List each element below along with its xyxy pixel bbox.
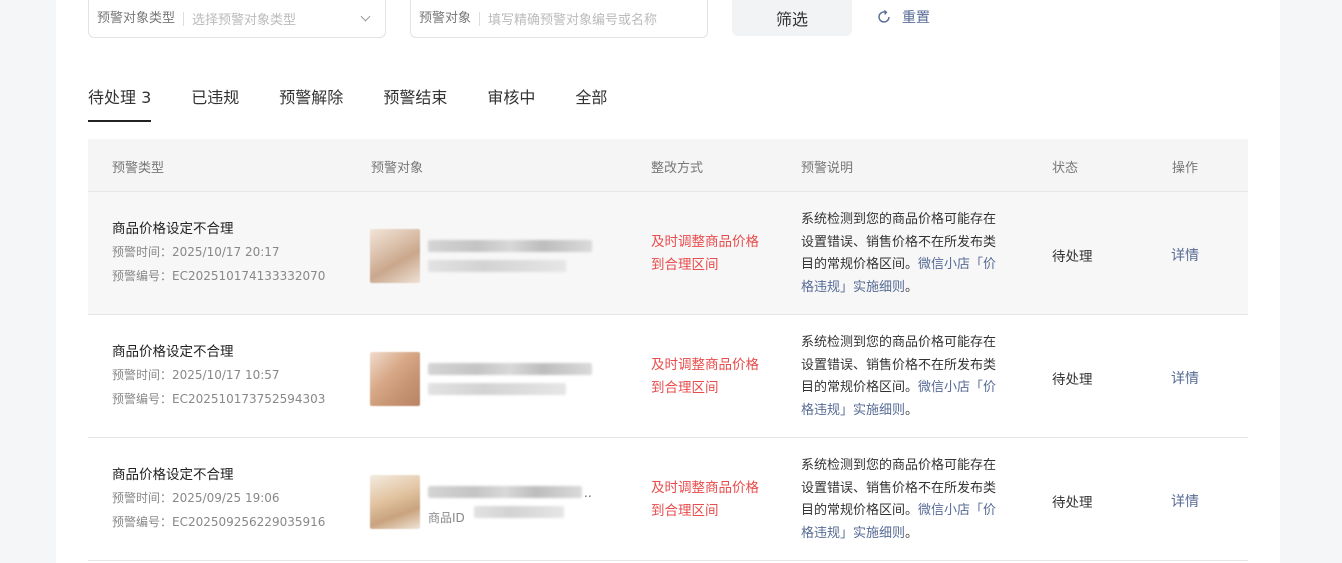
col-warning-type: 预警类型 bbox=[112, 161, 165, 176]
product-name-redacted bbox=[428, 486, 582, 498]
warning-type: 商品价格设定不合理 bbox=[112, 467, 234, 483]
reset-button[interactable]: 重置 bbox=[876, 6, 930, 28]
filter-button[interactable]: 筛选 bbox=[732, 0, 852, 36]
tab-pending[interactable]: 待处理 3 bbox=[88, 84, 152, 122]
details-link[interactable]: 详情 bbox=[1171, 491, 1199, 511]
warning-description: 系统检测到您的商品价格可能存在设置错误、销售价格不在所发布类目的常规价格区间。微… bbox=[801, 455, 1001, 545]
warning-type-label: 预警对象类型 bbox=[89, 11, 185, 26]
description-end: 。 bbox=[905, 525, 919, 541]
table-row: 商品价格设定不合理 预警时间：2025/10/17 10:57 预警编号：EC2… bbox=[88, 315, 1248, 438]
product-name-redacted bbox=[428, 240, 592, 252]
warning-object-placeholder: 填写精确预警对象编号或名称 bbox=[488, 13, 658, 28]
name-ellipsis: .. bbox=[584, 486, 592, 500]
warning-type: 商品价格设定不合理 bbox=[112, 221, 234, 237]
col-action: 操作 bbox=[1172, 161, 1199, 176]
warning-object-input[interactable]: 预警对象 填写精确预警对象编号或名称 bbox=[410, 0, 708, 38]
table-header: 预警类型 预警对象 整改方式 预警说明 状态 操作 bbox=[88, 139, 1248, 192]
product-thumbnail[interactable] bbox=[370, 352, 420, 406]
details-link[interactable]: 详情 bbox=[1171, 368, 1199, 388]
refresh-icon bbox=[878, 10, 890, 23]
status-text: 待处理 bbox=[1052, 249, 1093, 265]
product-thumbnail[interactable] bbox=[370, 229, 420, 283]
table-row: 商品价格设定不合理 预警时间：2025/09/25 19:06 预警编号：EC2… bbox=[88, 438, 1248, 561]
warning-code: 预警编号：EC202510173752594303 bbox=[112, 392, 326, 406]
col-description: 预警说明 bbox=[801, 161, 854, 176]
warning-time: 预警时间：2025/09/25 19:06 bbox=[112, 491, 280, 505]
fix-method: 及时调整商品价格到合理区间 bbox=[651, 480, 759, 519]
product-id-redacted bbox=[474, 506, 564, 518]
product-id-redacted bbox=[428, 260, 566, 272]
fix-method: 及时调整商品价格到合理区间 bbox=[651, 234, 759, 273]
status-tabs: 待处理 3 已违规 预警解除 预警结束 审核中 全部 bbox=[88, 84, 647, 122]
warning-type: 商品价格设定不合理 bbox=[112, 344, 234, 360]
col-fix-method: 整改方式 bbox=[651, 161, 704, 176]
warning-info: 商品价格设定不合理 预警时间：2025/10/17 10:57 预警编号：EC2… bbox=[112, 344, 325, 414]
product-thumbnail[interactable] bbox=[370, 475, 420, 529]
warning-type-select[interactable]: 预警对象类型 选择预警对象类型 bbox=[88, 0, 386, 38]
col-status: 状态 bbox=[1052, 161, 1079, 176]
tab-warning-ended[interactable]: 预警结束 bbox=[383, 84, 447, 122]
status-text: 待处理 bbox=[1052, 372, 1093, 388]
warning-description: 系统检测到您的商品价格可能存在设置错误、销售价格不在所发布类目的常规价格区间。微… bbox=[801, 332, 1001, 422]
tab-all[interactable]: 全部 bbox=[575, 84, 607, 122]
col-warning-object: 预警对象 bbox=[371, 161, 424, 176]
warning-description: 系统检测到您的商品价格可能存在设置错误、销售价格不在所发布类目的常规价格区间。微… bbox=[801, 209, 1001, 299]
product-name-redacted bbox=[428, 363, 592, 375]
warning-code: 预警编号：EC202509256229035916 bbox=[112, 515, 326, 529]
warning-time: 预警时间：2025/10/17 20:17 bbox=[112, 245, 280, 259]
warning-info: 商品价格设定不合理 预警时间：2025/10/17 20:17 预警编号：EC2… bbox=[112, 221, 325, 291]
content-panel: 预警对象类型 选择预警对象类型 预警对象 填写精确预警对象编号或名称 筛选 重置… bbox=[56, 0, 1280, 563]
product-id-label: 商品ID bbox=[428, 511, 465, 525]
warning-code: 预警编号：EC202510174133332070 bbox=[112, 269, 326, 283]
warning-info: 商品价格设定不合理 预警时间：2025/09/25 19:06 预警编号：EC2… bbox=[112, 467, 325, 537]
product-id-redacted bbox=[428, 383, 566, 395]
status-text: 待处理 bbox=[1052, 495, 1093, 511]
fix-method: 及时调整商品价格到合理区间 bbox=[651, 357, 759, 396]
tab-warning-lifted[interactable]: 预警解除 bbox=[279, 84, 343, 122]
description-end: 。 bbox=[905, 402, 919, 418]
tab-violated[interactable]: 已违规 bbox=[191, 84, 239, 122]
warning-time: 预警时间：2025/10/17 10:57 bbox=[112, 368, 280, 382]
table-row: 商品价格设定不合理 预警时间：2025/10/17 20:17 预警编号：EC2… bbox=[88, 192, 1248, 315]
tab-under-review[interactable]: 审核中 bbox=[487, 84, 535, 122]
reset-label: 重置 bbox=[902, 10, 930, 26]
details-link[interactable]: 详情 bbox=[1171, 245, 1199, 265]
chevron-down-icon bbox=[360, 11, 371, 21]
warning-object-label: 预警对象 bbox=[411, 11, 481, 26]
warning-type-placeholder: 选择预警对象类型 bbox=[192, 13, 297, 28]
description-end: 。 bbox=[905, 279, 919, 295]
